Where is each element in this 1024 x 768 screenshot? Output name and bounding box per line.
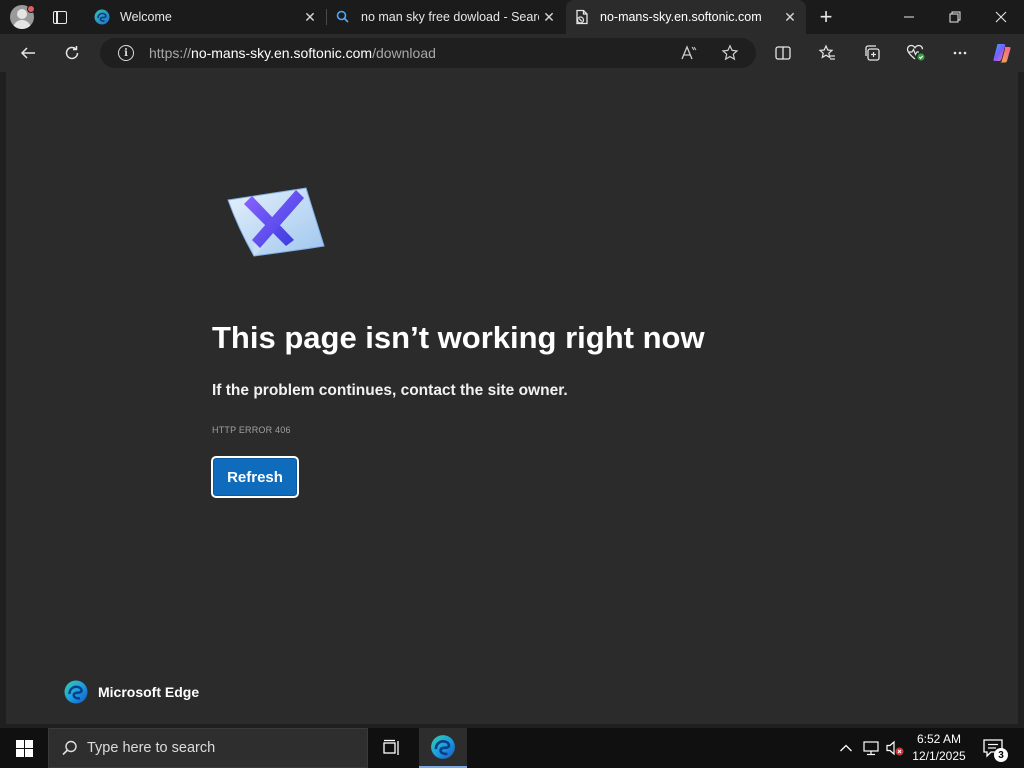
refresh-button[interactable]: Refresh — [211, 456, 299, 498]
tab-softonic[interactable]: no-mans-sky.en.softonic.com ✕ — [566, 0, 806, 34]
restore-icon[interactable] — [932, 0, 978, 34]
close-tab-icon[interactable]: ✕ — [300, 7, 320, 27]
notification-count-badge: 3 — [994, 748, 1008, 762]
page-error-illustration-icon — [227, 187, 325, 257]
site-info-icon[interactable]: i — [118, 45, 134, 61]
clock-date: 12/1/2025 — [912, 749, 966, 763]
show-hidden-icons-icon[interactable] — [836, 728, 856, 768]
taskbar-search-box[interactable]: Type here to search — [48, 728, 368, 768]
tab-title: no man sky free dowload - Search — [361, 10, 539, 24]
new-tab-icon[interactable]: + — [814, 4, 838, 29]
favorite-star-icon[interactable] — [721, 44, 739, 62]
system-clock[interactable]: 6:52 AM 12/1/2025 — [906, 731, 972, 765]
tab-welcome[interactable]: Welcome ✕ — [86, 0, 327, 34]
more-options-icon[interactable] — [946, 39, 974, 67]
windows-taskbar: Type here to search 6:52 AM 12/1/2025 3 — [0, 728, 1024, 768]
back-icon[interactable] — [14, 39, 42, 67]
split-screen-icon[interactable] — [769, 39, 797, 67]
url-text[interactable]: https://no-mans-sky.en.softonic.com/down… — [149, 45, 436, 61]
page-content: This page isn’t working right now If the… — [6, 72, 1018, 724]
browser-essentials-icon[interactable] — [902, 39, 930, 67]
address-bar[interactable]: i https://no-mans-sky.en.softonic.com/do… — [100, 38, 756, 68]
edge-logo-icon — [64, 680, 88, 704]
tab-actions-icon[interactable] — [48, 6, 72, 28]
clock-time: 6:52 AM — [916, 732, 962, 746]
favorites-icon[interactable] — [813, 39, 841, 67]
error-title: This page isn’t working right now — [212, 320, 705, 355]
error-subtitle: If the problem continues, contact the si… — [212, 382, 568, 399]
close-tab-icon[interactable]: ✕ — [539, 7, 559, 27]
tab-strip: Welcome ✕ no man sky free dowload - Sear… — [0, 0, 1024, 34]
minimize-icon[interactable] — [886, 0, 932, 34]
browser-toolbar: i https://no-mans-sky.en.softonic.com/do… — [0, 34, 1024, 72]
refresh-icon[interactable] — [58, 39, 86, 67]
tab-search[interactable]: no man sky free dowload - Search ✕ — [327, 0, 565, 34]
read-aloud-icon[interactable] — [680, 44, 698, 62]
error-code: HTTP ERROR 406 — [212, 425, 291, 435]
search-placeholder: Type here to search — [87, 740, 216, 756]
network-icon[interactable] — [860, 728, 882, 768]
broken-page-icon — [576, 9, 588, 25]
task-view-icon[interactable] — [368, 728, 416, 768]
taskbar-edge-icon[interactable] — [419, 728, 467, 768]
tab-title: no-mans-sky.en.softonic.com — [600, 10, 762, 24]
notification-center-icon[interactable]: 3 — [982, 738, 1008, 762]
tab-title: Welcome — [120, 10, 172, 24]
profile-notification-dot — [27, 5, 35, 13]
close-window-icon[interactable] — [978, 0, 1024, 34]
start-button-icon[interactable] — [0, 728, 48, 768]
edge-icon — [94, 9, 110, 25]
brand-name: Microsoft Edge — [98, 684, 200, 700]
search-icon — [336, 10, 349, 23]
edge-brand: Microsoft Edge — [64, 680, 199, 704]
close-tab-icon[interactable]: ✕ — [780, 7, 800, 27]
collections-icon[interactable] — [858, 39, 886, 67]
copilot-icon[interactable] — [988, 39, 1016, 67]
volume-muted-icon[interactable] — [884, 728, 906, 768]
search-icon — [62, 740, 77, 756]
